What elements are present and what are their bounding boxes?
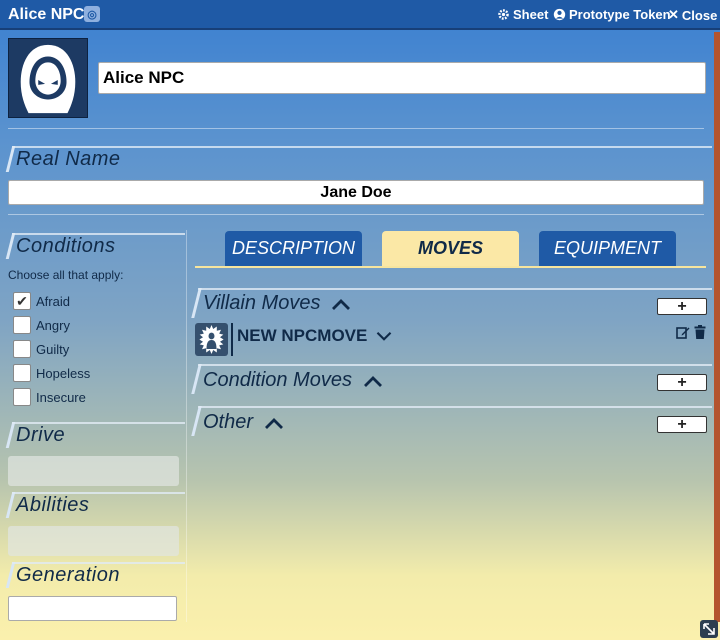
drive-label: Drive xyxy=(16,424,66,446)
villain-moves-label: Villain Moves xyxy=(203,292,321,314)
slash-decoration xyxy=(5,146,16,172)
checkbox-hopeless[interactable] xyxy=(13,364,31,382)
tab-equipment[interactable]: EQUIPMENT xyxy=(539,231,676,266)
condition-label: Angry xyxy=(36,317,70,333)
divider xyxy=(8,214,704,215)
globe-icon[interactable]: ◎ xyxy=(84,6,100,22)
chevron-down-icon[interactable] xyxy=(375,330,393,342)
condition-afraid[interactable]: ✔ Afraid xyxy=(13,291,70,311)
prototype-token-button[interactable]: Prototype Token xyxy=(553,7,671,22)
slash-decoration xyxy=(5,492,16,518)
slash-decoration xyxy=(5,422,16,448)
checkbox-afraid[interactable]: ✔ xyxy=(13,292,31,310)
generation-input[interactable] xyxy=(8,596,177,621)
tab-underline xyxy=(195,266,706,268)
sheet-button[interactable]: Sheet xyxy=(497,7,548,22)
sidebar-divider xyxy=(186,230,187,622)
drive-field[interactable] xyxy=(8,456,179,486)
other-moves-header[interactable]: Other xyxy=(203,411,285,434)
resize-icon xyxy=(703,623,715,635)
chevron-up-icon[interactable] xyxy=(362,374,384,388)
condition-moves-header[interactable]: Condition Moves xyxy=(203,369,384,392)
gear-icon xyxy=(498,9,509,20)
tab-description[interactable]: DESCRIPTION xyxy=(225,231,362,266)
slash-decoration xyxy=(191,288,202,318)
checkbox-guilty[interactable] xyxy=(13,340,31,358)
abilities-field[interactable] xyxy=(8,526,179,556)
condition-guilty[interactable]: Guilty xyxy=(13,339,69,359)
real-name-label: Real Name xyxy=(16,148,121,170)
add-other-move-button[interactable]: + xyxy=(657,416,707,433)
checkbox-angry[interactable] xyxy=(13,316,31,334)
move-name: NEW NPCMOVE xyxy=(237,326,368,345)
close-icon: ✕ xyxy=(668,7,679,22)
section-rule xyxy=(198,406,712,408)
real-name-input[interactable] xyxy=(8,180,704,205)
condition-hopeless[interactable]: Hopeless xyxy=(13,363,90,383)
move-item[interactable]: NEW NPCMOVE xyxy=(237,326,393,346)
villain-move-icon xyxy=(195,323,228,356)
condition-label: Hopeless xyxy=(36,365,91,381)
generation-label: Generation xyxy=(16,564,120,586)
close-label: Close xyxy=(681,7,718,23)
condition-label: Guilty xyxy=(36,341,70,357)
section-rule xyxy=(198,364,712,366)
chevron-up-icon[interactable] xyxy=(263,416,285,430)
conditions-hint: Choose all that apply: xyxy=(8,268,124,282)
slash-decoration xyxy=(5,233,16,259)
sheet-label: Sheet xyxy=(513,7,549,22)
tab-moves[interactable]: MOVES xyxy=(382,231,519,266)
resize-handle[interactable] xyxy=(700,620,718,638)
condition-moves-label: Condition Moves xyxy=(203,369,352,391)
user-circle-icon xyxy=(553,8,566,21)
add-condition-move-button[interactable]: + xyxy=(657,374,707,391)
window-title: Alice NPC xyxy=(8,6,85,23)
trash-icon[interactable] xyxy=(693,325,707,339)
window-edge-rail xyxy=(714,32,720,622)
prototype-token-label: Prototype Token xyxy=(569,7,671,22)
condition-angry[interactable]: Angry xyxy=(13,315,70,335)
window-titlebar[interactable]: Alice NPC ◎ Sheet Prototype Token ✕ Clos… xyxy=(0,0,720,30)
slash-decoration xyxy=(191,406,202,436)
add-villain-move-button[interactable]: + xyxy=(657,298,707,315)
hooded-figure-icon xyxy=(20,44,76,114)
divider xyxy=(8,128,704,129)
villain-moves-header[interactable]: Villain Moves xyxy=(203,292,352,315)
chevron-up-icon[interactable] xyxy=(330,297,352,311)
condition-label: Insecure xyxy=(36,389,86,405)
move-divider xyxy=(231,323,233,356)
portrait[interactable] xyxy=(8,38,88,118)
condition-label: Afraid xyxy=(36,293,70,309)
slash-decoration xyxy=(191,364,202,394)
close-button[interactable]: ✕ Close xyxy=(668,7,717,23)
condition-insecure[interactable]: Insecure xyxy=(13,387,86,407)
conditions-label: Conditions xyxy=(16,235,116,257)
other-moves-label: Other xyxy=(203,411,254,433)
abilities-label: Abilities xyxy=(16,494,90,516)
npc-name-input[interactable] xyxy=(98,62,706,94)
edit-icon[interactable] xyxy=(676,325,690,339)
section-rule xyxy=(198,288,712,290)
slash-decoration xyxy=(5,562,16,588)
checkbox-insecure[interactable] xyxy=(13,388,31,406)
